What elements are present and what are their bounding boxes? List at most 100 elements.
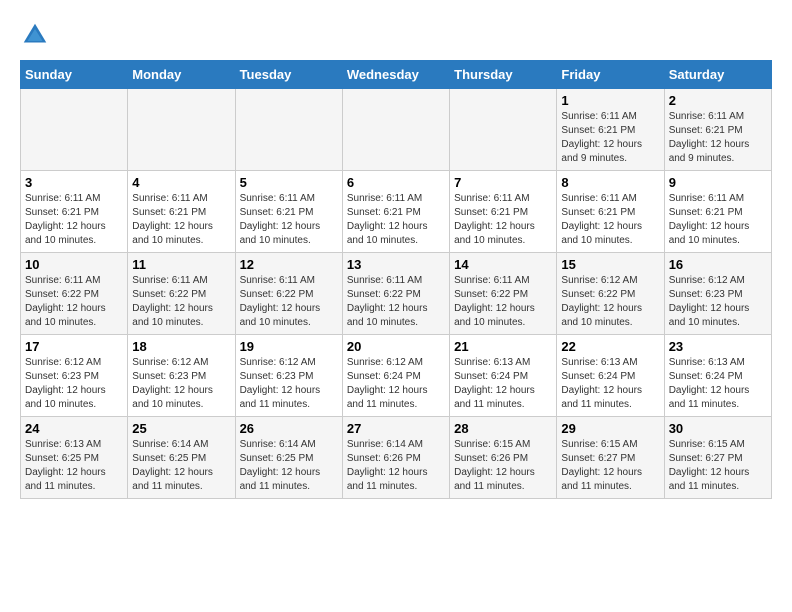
logo-icon: [20, 20, 50, 50]
day-number: 20: [347, 339, 445, 354]
day-number: 25: [132, 421, 230, 436]
weekday-header-thursday: Thursday: [450, 61, 557, 89]
day-number: 4: [132, 175, 230, 190]
day-number: 21: [454, 339, 552, 354]
day-info: Sunrise: 6:14 AM Sunset: 6:25 PM Dayligh…: [240, 438, 338, 494]
day-info: Sunrise: 6:13 AM Sunset: 6:24 PM Dayligh…: [454, 356, 552, 412]
calendar-header: SundayMondayTuesdayWednesdayThursdayFrid…: [21, 61, 772, 89]
day-info: Sunrise: 6:13 AM Sunset: 6:24 PM Dayligh…: [561, 356, 659, 412]
calendar-week-row: 24 Sunrise: 6:13 AM Sunset: 6:25 PM Dayli…: [21, 417, 772, 499]
day-info: Sunrise: 6:12 AM Sunset: 6:23 PM Dayligh…: [240, 356, 338, 412]
calendar-day-cell: 9 Sunrise: 6:11 AM Sunset: 6:21 PM Daylig…: [664, 171, 771, 253]
day-number: 19: [240, 339, 338, 354]
day-number: 2: [669, 93, 767, 108]
day-number: 28: [454, 421, 552, 436]
calendar-day-cell: 21 Sunrise: 6:13 AM Sunset: 6:24 PM Dayli…: [450, 335, 557, 417]
day-number: 16: [669, 257, 767, 272]
day-info: Sunrise: 6:15 AM Sunset: 6:27 PM Dayligh…: [561, 438, 659, 494]
calendar-day-cell: 6 Sunrise: 6:11 AM Sunset: 6:21 PM Daylig…: [342, 171, 449, 253]
day-number: 23: [669, 339, 767, 354]
day-number: 24: [25, 421, 123, 436]
page-header: [20, 20, 772, 50]
weekday-header-sunday: Sunday: [21, 61, 128, 89]
day-info: Sunrise: 6:12 AM Sunset: 6:23 PM Dayligh…: [25, 356, 123, 412]
day-info: Sunrise: 6:12 AM Sunset: 6:22 PM Dayligh…: [561, 274, 659, 330]
day-info: Sunrise: 6:11 AM Sunset: 6:21 PM Dayligh…: [240, 192, 338, 248]
calendar-day-cell: 5 Sunrise: 6:11 AM Sunset: 6:21 PM Daylig…: [235, 171, 342, 253]
calendar-day-cell: 3 Sunrise: 6:11 AM Sunset: 6:21 PM Daylig…: [21, 171, 128, 253]
calendar-week-row: 3 Sunrise: 6:11 AM Sunset: 6:21 PM Daylig…: [21, 171, 772, 253]
day-number: 13: [347, 257, 445, 272]
calendar-day-cell: 18 Sunrise: 6:12 AM Sunset: 6:23 PM Dayli…: [128, 335, 235, 417]
day-info: Sunrise: 6:11 AM Sunset: 6:21 PM Dayligh…: [25, 192, 123, 248]
calendar-day-cell: 11Sunrise: 6:11 AM Sunset: 6:22 PM Dayli…: [128, 253, 235, 335]
day-number: 15: [561, 257, 659, 272]
day-number: 5: [240, 175, 338, 190]
day-info: Sunrise: 6:12 AM Sunset: 6:23 PM Dayligh…: [669, 274, 767, 330]
calendar-day-cell: 30Sunrise: 6:15 AM Sunset: 6:27 PM Dayli…: [664, 417, 771, 499]
day-info: Sunrise: 6:11 AM Sunset: 6:22 PM Dayligh…: [347, 274, 445, 330]
day-number: 29: [561, 421, 659, 436]
calendar-day-cell: 19 Sunrise: 6:12 AM Sunset: 6:23 PM Dayli…: [235, 335, 342, 417]
day-number: 11: [132, 257, 230, 272]
calendar-week-row: 1 Sunrise: 6:11 AM Sunset: 6:21 PM Daylig…: [21, 89, 772, 171]
day-number: 8: [561, 175, 659, 190]
day-number: 10: [25, 257, 123, 272]
calendar-day-cell: 7Sunrise: 6:11 AM Sunset: 6:21 PM Daylig…: [450, 171, 557, 253]
day-number: 17: [25, 339, 123, 354]
day-info: Sunrise: 6:11 AM Sunset: 6:21 PM Dayligh…: [561, 110, 659, 166]
day-number: 9: [669, 175, 767, 190]
calendar-day-cell: 15 Sunrise: 6:12 AM Sunset: 6:22 PM Dayli…: [557, 253, 664, 335]
calendar-day-cell: 10 Sunrise: 6:11 AM Sunset: 6:22 PM Dayli…: [21, 253, 128, 335]
day-info: Sunrise: 6:14 AM Sunset: 6:26 PM Dayligh…: [347, 438, 445, 494]
day-info: Sunrise: 6:11 AM Sunset: 6:22 PM Dayligh…: [25, 274, 123, 330]
calendar-day-cell: 28Sunrise: 6:15 AM Sunset: 6:26 PM Dayli…: [450, 417, 557, 499]
day-info: Sunrise: 6:12 AM Sunset: 6:23 PM Dayligh…: [132, 356, 230, 412]
day-info: Sunrise: 6:11 AM Sunset: 6:22 PM Dayligh…: [454, 274, 552, 330]
calendar-body: 1 Sunrise: 6:11 AM Sunset: 6:21 PM Daylig…: [21, 89, 772, 499]
day-number: 1: [561, 93, 659, 108]
calendar-week-row: 17 Sunrise: 6:12 AM Sunset: 6:23 PM Dayli…: [21, 335, 772, 417]
day-number: 26: [240, 421, 338, 436]
day-info: Sunrise: 6:13 AM Sunset: 6:25 PM Dayligh…: [25, 438, 123, 494]
calendar-day-cell: 27Sunrise: 6:14 AM Sunset: 6:26 PM Dayli…: [342, 417, 449, 499]
day-info: Sunrise: 6:11 AM Sunset: 6:22 PM Dayligh…: [240, 274, 338, 330]
calendar-day-cell: 22 Sunrise: 6:13 AM Sunset: 6:24 PM Dayli…: [557, 335, 664, 417]
calendar-table: SundayMondayTuesdayWednesdayThursdayFrid…: [20, 60, 772, 499]
calendar-week-row: 10 Sunrise: 6:11 AM Sunset: 6:22 PM Dayli…: [21, 253, 772, 335]
calendar-day-cell: [450, 89, 557, 171]
day-info: Sunrise: 6:11 AM Sunset: 6:21 PM Dayligh…: [669, 110, 767, 166]
day-info: Sunrise: 6:12 AM Sunset: 6:24 PM Dayligh…: [347, 356, 445, 412]
calendar-day-cell: 13 Sunrise: 6:11 AM Sunset: 6:22 PM Dayli…: [342, 253, 449, 335]
day-number: 7: [454, 175, 552, 190]
day-number: 22: [561, 339, 659, 354]
day-info: Sunrise: 6:11 AM Sunset: 6:21 PM Dayligh…: [669, 192, 767, 248]
calendar-day-cell: 2 Sunrise: 6:11 AM Sunset: 6:21 PM Daylig…: [664, 89, 771, 171]
calendar-day-cell: 20 Sunrise: 6:12 AM Sunset: 6:24 PM Dayli…: [342, 335, 449, 417]
weekday-header-tuesday: Tuesday: [235, 61, 342, 89]
calendar-day-cell: 29 Sunrise: 6:15 AM Sunset: 6:27 PM Dayli…: [557, 417, 664, 499]
day-info: Sunrise: 6:14 AM Sunset: 6:25 PM Dayligh…: [132, 438, 230, 494]
day-number: 18: [132, 339, 230, 354]
weekday-header-row: SundayMondayTuesdayWednesdayThursdayFrid…: [21, 61, 772, 89]
calendar-day-cell: 26 Sunrise: 6:14 AM Sunset: 6:25 PM Dayli…: [235, 417, 342, 499]
calendar-day-cell: 17 Sunrise: 6:12 AM Sunset: 6:23 PM Dayli…: [21, 335, 128, 417]
weekday-header-monday: Monday: [128, 61, 235, 89]
calendar-day-cell: 8 Sunrise: 6:11 AM Sunset: 6:21 PM Daylig…: [557, 171, 664, 253]
logo: [20, 20, 54, 50]
day-number: 6: [347, 175, 445, 190]
day-number: 14: [454, 257, 552, 272]
calendar-day-cell: [21, 89, 128, 171]
weekday-header-friday: Friday: [557, 61, 664, 89]
day-number: 12: [240, 257, 338, 272]
calendar-day-cell: 16 Sunrise: 6:12 AM Sunset: 6:23 PM Dayli…: [664, 253, 771, 335]
day-info: Sunrise: 6:11 AM Sunset: 6:21 PM Dayligh…: [561, 192, 659, 248]
calendar-day-cell: [235, 89, 342, 171]
calendar-day-cell: 24 Sunrise: 6:13 AM Sunset: 6:25 PM Dayli…: [21, 417, 128, 499]
day-number: 3: [25, 175, 123, 190]
day-info: Sunrise: 6:11 AM Sunset: 6:21 PM Dayligh…: [347, 192, 445, 248]
calendar-day-cell: 12 Sunrise: 6:11 AM Sunset: 6:22 PM Dayli…: [235, 253, 342, 335]
day-info: Sunrise: 6:13 AM Sunset: 6:24 PM Dayligh…: [669, 356, 767, 412]
day-number: 30: [669, 421, 767, 436]
weekday-header-wednesday: Wednesday: [342, 61, 449, 89]
